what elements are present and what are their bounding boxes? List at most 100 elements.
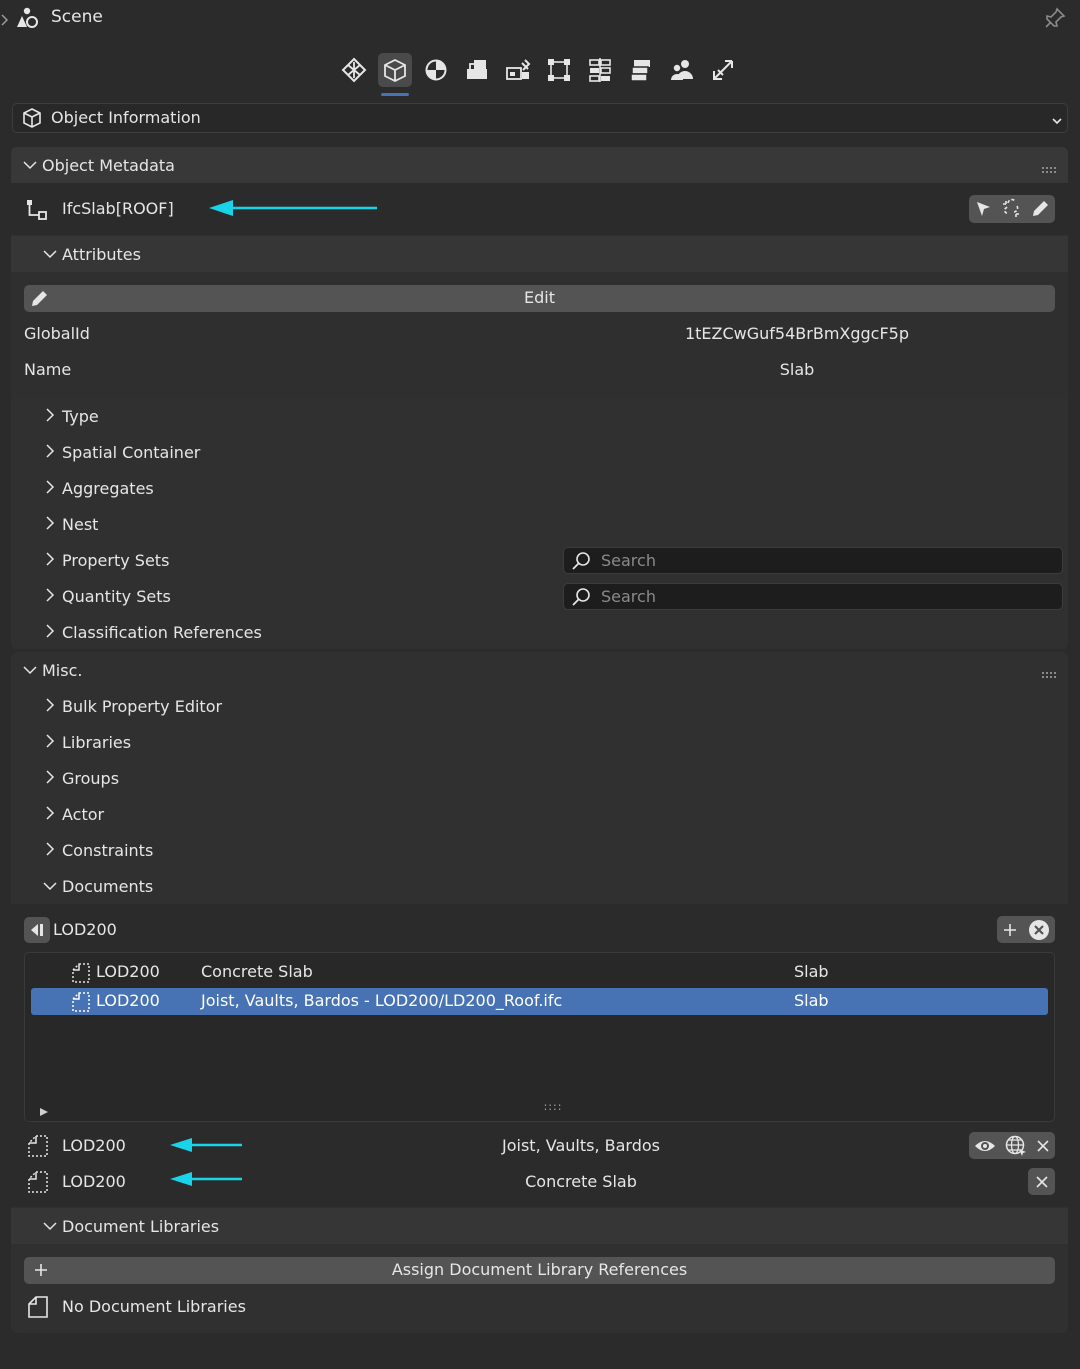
drag-grip-icon[interactable] (1042, 160, 1058, 179)
annotation-arrow (209, 200, 377, 216)
remove-button[interactable] (1028, 1168, 1055, 1195)
clear-circle-icon[interactable] (1028, 919, 1050, 941)
subsection-quantity-sets[interactable]: Quantity Sets (11, 578, 551, 614)
attribute-value[interactable]: 1tEZCwGuf54BrBmXggcF5p (570, 324, 1024, 343)
document-type: Slab (794, 962, 829, 981)
scene-icon (14, 6, 40, 34)
tab-users[interactable] (665, 53, 699, 87)
list-item[interactable]: LOD200 Concrete Slab Slab (31, 959, 1048, 986)
tab-stacks[interactable] (624, 53, 658, 87)
list-expand-icon[interactable] (38, 1103, 50, 1122)
chevron-right-icon (42, 479, 58, 499)
document-icon (27, 1134, 49, 1162)
chevron-right-icon (42, 407, 58, 427)
subsection-bulk-property-editor[interactable]: Bulk Property Editor (11, 688, 1068, 724)
tab-strip (337, 53, 740, 96)
search-placeholder: Search (601, 551, 656, 570)
subsection-label: Classification References (62, 623, 262, 642)
subsection-libraries[interactable]: Libraries (11, 724, 1068, 760)
subsection-label: Nest (62, 515, 99, 534)
attributes-header[interactable]: Attributes (11, 236, 1068, 272)
search-placeholder: Search (601, 587, 656, 606)
chevron-right-icon (42, 733, 58, 753)
subsection-label: Libraries (62, 733, 132, 752)
subsection-groups[interactable]: Groups (11, 760, 1068, 796)
tab-geometry[interactable] (419, 53, 453, 87)
no-document-libraries-row: No Document Libraries (11, 1292, 1068, 1322)
assign-label: Assign Document Library References (391, 1260, 688, 1279)
tab-quality[interactable] (706, 53, 740, 87)
document-icon (27, 1170, 49, 1198)
subsection-nest[interactable]: Nest (11, 506, 1068, 542)
tab-project[interactable] (337, 53, 371, 87)
chevron-down-icon (22, 662, 38, 682)
object-metadata-title: Object Metadata (42, 156, 175, 175)
drag-grip-icon[interactable] (1042, 665, 1058, 684)
back-icon[interactable] (24, 917, 50, 943)
add-icon[interactable] (1002, 922, 1018, 938)
subsection-spatial-container[interactable]: Spatial Container (11, 434, 1068, 470)
edit-attributes-button[interactable]: Edit (24, 285, 1055, 312)
object-metadata-header[interactable]: Object Metadata (11, 147, 1068, 183)
subsection-label: Quantity Sets (62, 587, 171, 606)
tab-materials[interactable] (460, 53, 494, 87)
list-item-selected[interactable]: LOD200 Joist, Vaults, Bardos - LOD200/LD… (31, 988, 1048, 1015)
search-icon (571, 587, 591, 607)
document-libraries-title: Document Libraries (62, 1217, 220, 1236)
assign-document-library-button[interactable]: Assign Document Library References (24, 1257, 1055, 1284)
chevron-right-icon (42, 623, 58, 643)
document-selector-label: LOD200 (53, 920, 117, 939)
subsection-aggregates[interactable]: Aggregates (11, 470, 1068, 506)
chevron-right-icon (42, 697, 58, 717)
chevron-right-icon (42, 515, 58, 535)
attribute-row-name: Name Slab (24, 356, 1055, 384)
attribute-key: Name (24, 360, 72, 379)
object-info-label: Object Information (51, 108, 201, 127)
tab-costing[interactable] (583, 53, 617, 87)
document-desc: Joist, Vaults, Bardos - LOD200/LD200_Roo… (201, 991, 563, 1010)
misc-header[interactable]: Misc. (11, 652, 1068, 688)
active-tab-indicator (381, 93, 409, 96)
list-resize-grip[interactable]: :::: (530, 1100, 576, 1113)
chevron-right-icon (42, 805, 58, 825)
subsection-label: Type (62, 407, 99, 426)
pencil-icon[interactable] (1029, 198, 1051, 220)
remove-icon[interactable] (1036, 1139, 1050, 1153)
attribute-value[interactable]: Slab (570, 360, 1024, 379)
object-info-dropdown[interactable]: Object Information (12, 103, 1068, 133)
select-cursor-icon[interactable] (973, 199, 993, 219)
documents-header[interactable]: Documents (11, 868, 1068, 904)
subsection-property-sets[interactable]: Property Sets (11, 542, 551, 578)
document-ref: LOD200 (96, 962, 160, 981)
assigned-ref: LOD200 (62, 1136, 126, 1155)
property-sets-search-input[interactable]: Search (563, 547, 1063, 574)
subsection-type[interactable]: Type (11, 398, 1068, 434)
unlink-icon[interactable] (1000, 198, 1022, 220)
chevron-right-icon (42, 587, 58, 607)
annotation-arrow (170, 1138, 242, 1152)
document-type: Slab (794, 991, 829, 1010)
edit-label: Edit (524, 288, 555, 307)
subsection-label: Constraints (62, 841, 154, 860)
assigned-desc: Joist, Vaults, Bardos (502, 1136, 660, 1155)
document-libraries-header[interactable]: Document Libraries (11, 1208, 1068, 1244)
quantity-sets-search-input[interactable]: Search (563, 583, 1063, 610)
globe-icon[interactable] (1005, 1135, 1027, 1157)
document-selector[interactable]: LOD200 (24, 916, 224, 944)
subsection-constraints[interactable]: Constraints (11, 832, 1068, 868)
cube-icon (21, 107, 43, 133)
chevron-right-icon (42, 443, 58, 463)
tab-object[interactable] (378, 53, 412, 96)
document-icon (71, 962, 91, 988)
chevron-down-icon (22, 157, 38, 177)
pin-icon[interactable] (1044, 7, 1066, 33)
tab-structural[interactable] (542, 53, 576, 87)
subsection-actor[interactable]: Actor (11, 796, 1068, 832)
eye-icon[interactable] (974, 1138, 996, 1154)
header-title: Scene (51, 7, 103, 27)
subsection-classification-references[interactable]: Classification References (11, 614, 1068, 650)
expand-arrow-icon[interactable] (0, 12, 10, 31)
chevron-right-icon (42, 769, 58, 789)
subsection-label: Aggregates (62, 479, 154, 498)
tab-services[interactable] (501, 53, 535, 87)
